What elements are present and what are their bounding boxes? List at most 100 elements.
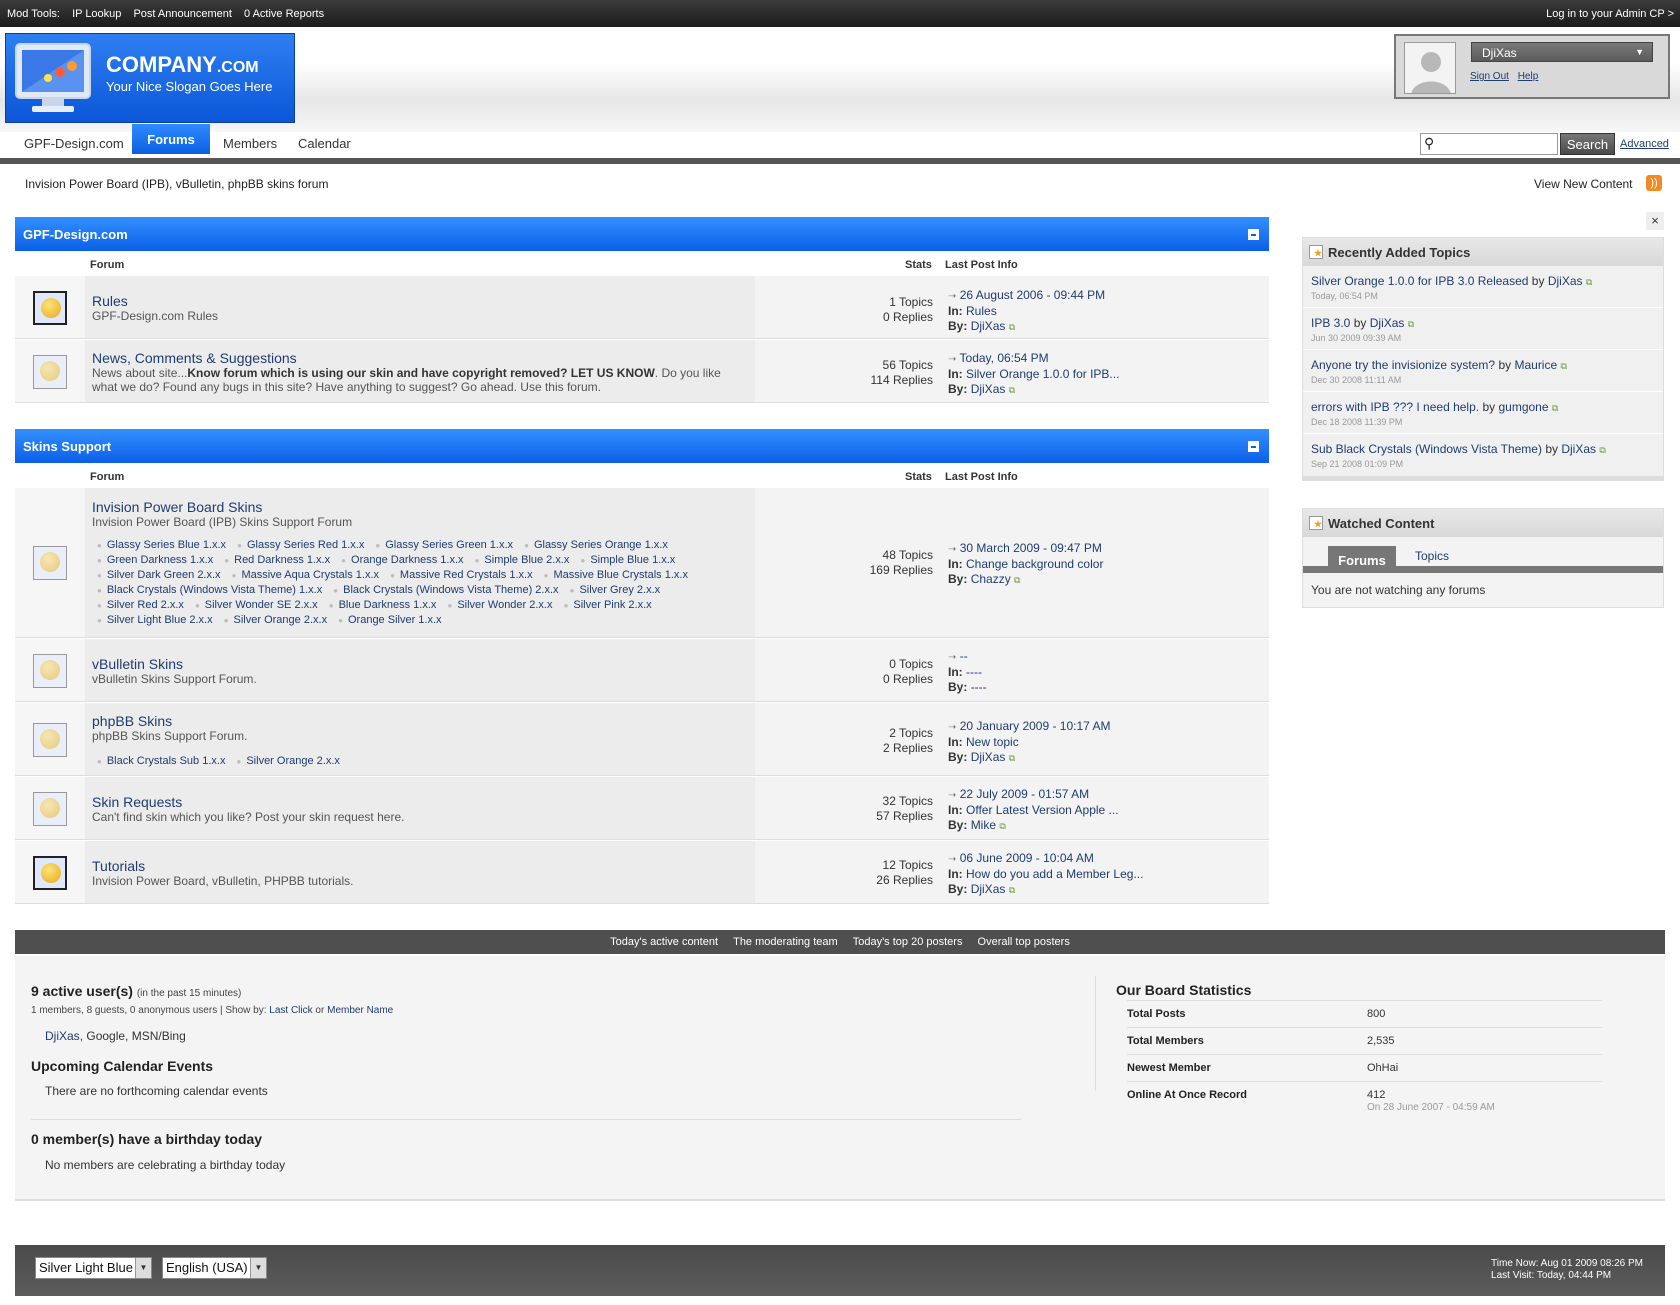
subforum-link[interactable]: Glassy Series Green 1.x.x bbox=[375, 539, 513, 551]
subforum-link[interactable]: Glassy Series Orange 1.x.x bbox=[524, 539, 668, 551]
tab-gpf-design[interactable]: GPF-Design.com bbox=[24, 136, 124, 151]
close-sidebar-button[interactable]: × bbox=[1646, 212, 1664, 230]
recent-topic-link[interactable]: Anyone try the invisionize system? bbox=[1311, 358, 1495, 372]
skin-selector[interactable]: Silver Light Blue ▼ bbox=[35, 1257, 152, 1279]
collapse-icon[interactable] bbox=[1248, 441, 1259, 452]
forum-no-new-posts-icon[interactable] bbox=[33, 546, 67, 580]
last-post-topic[interactable]: Rules bbox=[966, 304, 997, 318]
subforum-link[interactable]: Orange Silver 1.x.x bbox=[338, 614, 441, 626]
post-announcement-link[interactable]: Post Announcement bbox=[133, 8, 231, 20]
tab-members[interactable]: Members bbox=[223, 136, 277, 151]
last-post-topic[interactable]: How do you add a Member Leg... bbox=[966, 867, 1143, 881]
active-reports-link[interactable]: 0 Active Reports bbox=[244, 8, 324, 20]
recent-topic-link[interactable]: errors with IPB ??? I need help. bbox=[1311, 400, 1479, 414]
last-post-author[interactable]: Mike bbox=[971, 818, 996, 832]
forum-no-new-posts-icon[interactable] bbox=[33, 792, 67, 826]
newest-member-link[interactable]: OhHai bbox=[1367, 1062, 1398, 1074]
last-post-author[interactable]: DjiXas bbox=[971, 750, 1006, 764]
forum-title[interactable]: News, Comments & Suggestions bbox=[92, 350, 297, 366]
forum-title[interactable]: phpBB Skins bbox=[92, 713, 172, 729]
subforum-link[interactable]: Simple Blue 2.x.x bbox=[475, 554, 570, 566]
subforum-link[interactable]: Orange Darkness 1.x.x bbox=[341, 554, 463, 566]
recent-topic-link[interactable]: Sub Black Crystals (Windows Vista Theme) bbox=[1311, 442, 1542, 456]
subforum-link[interactable]: Massive Aqua Crystals 1.x.x bbox=[232, 569, 379, 581]
recent-topic-link[interactable]: Silver Orange 1.0.0 for IPB 3.0 Released bbox=[1311, 274, 1528, 288]
recent-topic-link[interactable]: IPB 3.0 bbox=[1311, 316, 1350, 330]
search-input[interactable]: ⚲ bbox=[1420, 133, 1558, 155]
subforum-link[interactable]: Simple Blue 1.x.x bbox=[580, 554, 675, 566]
external-link-icon[interactable]: ⧉ bbox=[1009, 322, 1015, 332]
last-post-date[interactable]: 22 July 2009 - 01:57 AM bbox=[960, 787, 1089, 801]
external-link-icon[interactable]: ⧉ bbox=[1009, 885, 1015, 895]
sign-out-link[interactable]: Sign Out bbox=[1470, 71, 1509, 82]
subforum-link[interactable]: Massive Blue Crystals 1.x.x bbox=[544, 569, 688, 581]
last-post-author[interactable]: DjiXas bbox=[971, 382, 1006, 396]
avatar[interactable] bbox=[1404, 42, 1456, 94]
help-link[interactable]: Help bbox=[1518, 71, 1539, 82]
recent-topic-author[interactable]: gumgone bbox=[1498, 400, 1548, 414]
subforum-link[interactable]: Silver Red 2.x.x bbox=[97, 599, 184, 611]
forum-title[interactable]: Invision Power Board Skins bbox=[92, 499, 262, 515]
ip-lookup-link[interactable]: IP Lookup bbox=[72, 8, 121, 20]
recent-topic-author[interactable]: DjiXas bbox=[1548, 274, 1583, 288]
subforum-link[interactable]: Glassy Series Blue 1.x.x bbox=[97, 539, 226, 551]
subforum-link[interactable]: Silver Orange 2.x.x bbox=[237, 755, 340, 767]
tab-forums[interactable]: Forums bbox=[132, 124, 210, 154]
external-link-icon[interactable]: ⧉ bbox=[1014, 575, 1020, 585]
subforum-link[interactable]: Blue Darkness 1.x.x bbox=[329, 599, 437, 611]
subforum-link[interactable]: Red Darkness 1.x.x bbox=[224, 554, 330, 566]
subforum-link[interactable]: Black Crystals Sub 1.x.x bbox=[97, 755, 225, 767]
tab-calendar[interactable]: Calendar bbox=[298, 136, 351, 151]
last-post-topic[interactable]: Change background color bbox=[966, 557, 1103, 571]
view-new-content-link[interactable]: View New Content bbox=[1534, 177, 1633, 191]
tab-watched-topics[interactable]: Topics bbox=[1415, 549, 1449, 563]
last-post-topic[interactable]: Silver Orange 1.0.0 for IPB... bbox=[966, 367, 1119, 381]
external-link-icon[interactable]: ⧉ bbox=[1009, 385, 1015, 395]
recent-topic-author[interactable]: DjiXas bbox=[1561, 442, 1596, 456]
moderating-team-link[interactable]: The moderating team bbox=[733, 936, 838, 948]
subforum-link[interactable]: Silver Pink 2.x.x bbox=[564, 599, 652, 611]
forum-no-new-posts-icon[interactable] bbox=[33, 355, 67, 389]
top-20-posters-link[interactable]: Today's top 20 posters bbox=[853, 936, 963, 948]
subforum-link[interactable]: Silver Orange 2.x.x bbox=[224, 614, 327, 626]
forum-title[interactable]: Tutorials bbox=[92, 858, 145, 874]
recent-topic-author[interactable]: DjiXas bbox=[1370, 316, 1405, 330]
subforum-link[interactable]: Black Crystals (Windows Vista Theme) 2.x… bbox=[333, 584, 558, 596]
subforum-link[interactable]: Silver Dark Green 2.x.x bbox=[97, 569, 221, 581]
subforum-link[interactable]: Silver Wonder SE 2.x.x bbox=[195, 599, 318, 611]
subforum-link[interactable]: Silver Wonder 2.x.x bbox=[447, 599, 552, 611]
tab-watched-forums[interactable]: Forums bbox=[1328, 546, 1396, 573]
last-post-topic[interactable]: New topic bbox=[966, 735, 1019, 749]
last-post-topic[interactable]: Offer Latest Version Apple ... bbox=[966, 803, 1119, 817]
rss-icon[interactable]: )) bbox=[1646, 175, 1662, 191]
external-link-icon[interactable]: ⧉ bbox=[1408, 319, 1414, 329]
last-post-date[interactable]: 20 January 2009 - 10:17 AM bbox=[960, 719, 1111, 733]
search-button[interactable]: Search bbox=[1560, 133, 1615, 155]
active-member-link[interactable]: DjiXas bbox=[45, 1029, 80, 1043]
last-post-author[interactable]: Chazzy bbox=[971, 572, 1011, 586]
external-link-icon[interactable]: ⧉ bbox=[999, 821, 1005, 831]
forum-new-posts-icon[interactable] bbox=[33, 856, 67, 890]
overall-top-posters-link[interactable]: Overall top posters bbox=[978, 936, 1070, 948]
forum-title[interactable]: Rules bbox=[92, 293, 128, 309]
last-post-date[interactable]: 30 March 2009 - 09:47 PM bbox=[960, 541, 1102, 555]
admin-cp-link[interactable]: Log in to your Admin CP > bbox=[1546, 8, 1674, 20]
external-link-icon[interactable]: ⧉ bbox=[1561, 361, 1567, 371]
show-by-last-click-link[interactable]: Last Click bbox=[269, 1005, 312, 1016]
forum-title[interactable]: vBulletin Skins bbox=[92, 656, 183, 672]
subforum-link[interactable]: Glassy Series Red 1.x.x bbox=[237, 539, 364, 551]
forum-no-new-posts-icon[interactable] bbox=[33, 723, 67, 757]
last-post-date[interactable]: 26 August 2006 - 09:44 PM bbox=[960, 288, 1105, 302]
show-by-member-name-link[interactable]: Member Name bbox=[327, 1005, 393, 1016]
external-link-icon[interactable]: ⧉ bbox=[1599, 445, 1605, 455]
forum-title[interactable]: Skin Requests bbox=[92, 794, 182, 810]
language-selector[interactable]: English (USA) ▼ bbox=[162, 1257, 267, 1279]
external-link-icon[interactable]: ⧉ bbox=[1552, 403, 1558, 413]
subforum-link[interactable]: Green Darkness 1.x.x bbox=[97, 554, 213, 566]
last-post-date[interactable]: 06 June 2009 - 10:04 AM bbox=[960, 851, 1094, 865]
logo[interactable]: COMPANY.COM Your Nice Slogan Goes Here bbox=[5, 33, 295, 123]
subforum-link[interactable]: Massive Red Crystals 1.x.x bbox=[390, 569, 533, 581]
user-menu-dropdown[interactable]: DjiXas ▼ bbox=[1471, 42, 1653, 62]
todays-active-content-link[interactable]: Today's active content bbox=[610, 936, 718, 948]
external-link-icon[interactable]: ⧉ bbox=[1586, 277, 1592, 287]
